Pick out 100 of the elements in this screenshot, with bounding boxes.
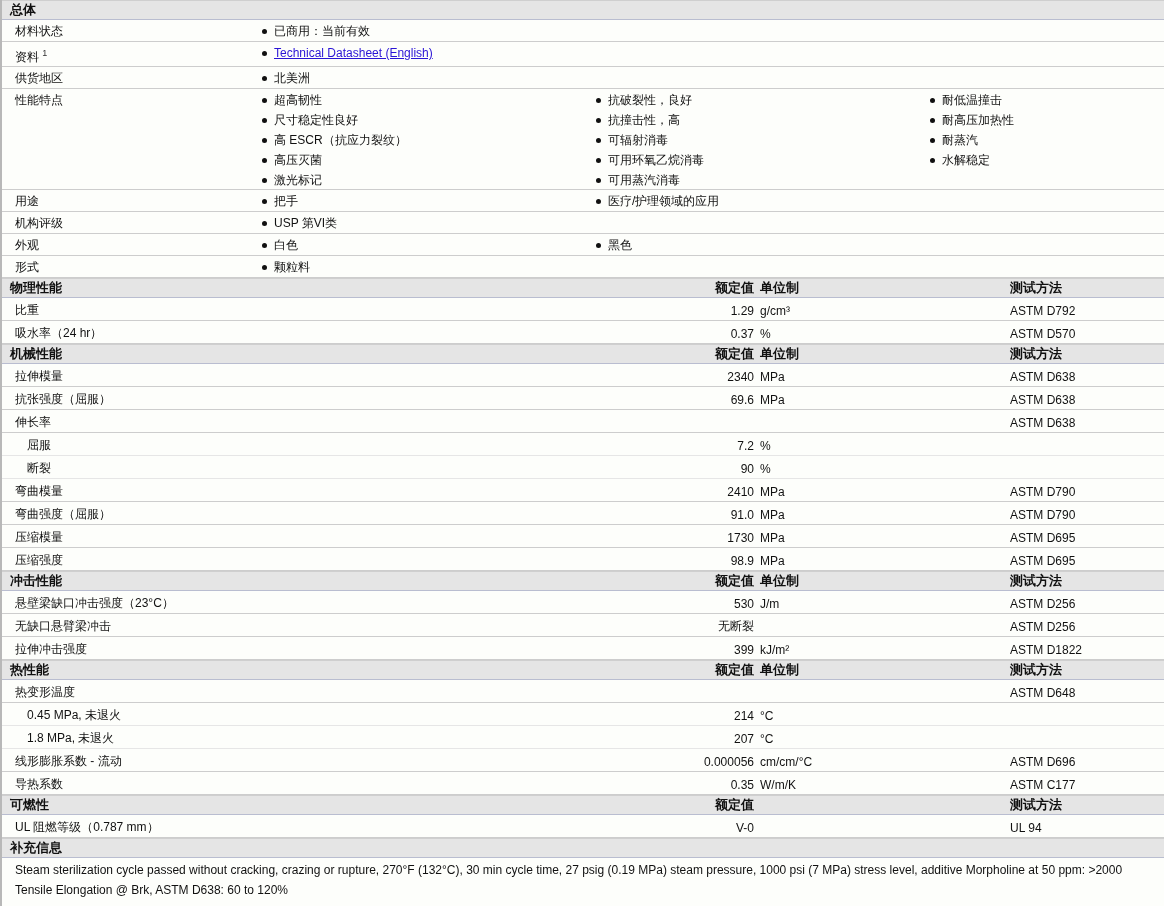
bullet-icon [262, 117, 267, 123]
bullet-icon [930, 137, 935, 143]
datasheet-link[interactable]: Technical Datasheet (English) [274, 45, 433, 61]
section-title: 补充信息 [9, 839, 63, 857]
test-method: ASTM C177 [1010, 777, 1077, 792]
test-method: ASTM D256 [1010, 596, 1077, 611]
unit-text: MPa [760, 553, 786, 568]
test-method: ASTM D695 [1010, 530, 1077, 545]
bullet-icon [262, 198, 267, 204]
property-label: 资料 $^{1}$ [14, 47, 49, 65]
property-value: 白色 [274, 237, 298, 253]
column-header: 测试方法 [1010, 661, 1063, 679]
property-label: 用途 [14, 193, 40, 210]
section-title: 冲击性能 [9, 572, 63, 590]
property-label: 热变形温度 [14, 684, 76, 701]
bullet-icon [930, 157, 935, 163]
property-value: 激光标记 [274, 172, 322, 188]
bullet-icon [262, 50, 267, 56]
test-method: ASTM D696 [1010, 754, 1077, 769]
property-label: 拉伸模量 [14, 368, 64, 385]
property-value: 医疗/护理领域的应用 [608, 193, 720, 209]
property-value: 抗撞击性，高 [608, 112, 680, 128]
section-title: 热性能 [9, 661, 50, 679]
bullet-icon [596, 198, 601, 204]
test-method: UL 94 [1010, 820, 1043, 835]
unit-text: cm/cm/°C [760, 754, 814, 769]
property-label: 弯曲模量 [14, 483, 64, 500]
column-header: 额定值 [714, 345, 755, 363]
property-value: 无断裂 [717, 618, 755, 635]
property-label: 悬壁梁缺口冲击强度（23°C） [14, 595, 175, 612]
property-value: 已商用：当前有效 [274, 23, 370, 39]
column-header: 单位制 [760, 572, 800, 590]
test-method: ASTM D638 [1010, 369, 1077, 384]
column-header: 额定值 [714, 661, 755, 679]
property-value: 0.35 [729, 777, 755, 792]
property-value: 尺寸稳定性良好 [274, 112, 358, 128]
column-header: 额定值 [714, 796, 755, 814]
property-value: 1.29 [729, 303, 755, 318]
property-label: 1.8 MPa, 未退火 [26, 730, 116, 747]
property-value: 7.2 [736, 438, 755, 453]
property-value: 0.37 [729, 326, 755, 341]
bullet-icon [596, 137, 601, 143]
column-header: 测试方法 [1010, 279, 1063, 297]
unit-text: MPa [760, 484, 786, 499]
property-value: 可辐射消毒 [608, 132, 668, 148]
property-value: 530 [732, 596, 755, 611]
property-value: 214 [732, 708, 755, 723]
bullet-icon [262, 137, 267, 143]
property-label: 导热系数 [14, 776, 64, 793]
unit-text: % [760, 326, 772, 341]
test-method: ASTM D638 [1010, 415, 1077, 430]
property-value: 超高韧性 [274, 92, 322, 108]
test-method: ASTM D792 [1010, 303, 1077, 318]
property-label: 形式 [14, 259, 40, 276]
property-label: 断裂 [26, 460, 52, 477]
property-label: 0.45 MPa, 未退火 [26, 707, 123, 724]
section-title: 机械性能 [8, 345, 63, 363]
unit-text: MPa [760, 392, 786, 407]
property-label: 拉伸冲击强度 [14, 641, 88, 658]
bullet-icon [262, 157, 267, 163]
property-value: 2410 [726, 484, 755, 499]
property-value: 把手 [274, 193, 298, 209]
property-value: 1730 [726, 530, 755, 545]
property-value: 水解稳定 [942, 152, 990, 168]
property-label: 吸水率（24 hr） [14, 325, 104, 342]
bullet-icon [262, 97, 267, 103]
property-value: 69.6 [729, 392, 755, 407]
bullet-icon [596, 117, 601, 123]
property-value: USP 第VI类 [274, 215, 338, 231]
property-label: 比重 [14, 302, 40, 319]
unit-text: g/cm³ [760, 303, 791, 318]
unit-text: J/m [760, 596, 781, 611]
property-value: 可用蒸汽消毒 [608, 172, 680, 188]
property-value: 耐蒸汽 [942, 132, 978, 148]
property-value: 可用环氧乙烷消毒 [608, 152, 704, 168]
property-value: 颗粒料 [274, 259, 310, 275]
column-header: 单位制 [760, 345, 800, 363]
column-header: 单位制 [760, 661, 800, 679]
bullet-icon [596, 157, 601, 163]
property-value: 98.9 [729, 553, 755, 568]
column-header: 额定值 [714, 572, 755, 590]
property-value: 北美洲 [274, 70, 310, 86]
section-title: 可燃性 [9, 796, 50, 814]
column-header: 测试方法 [1010, 796, 1063, 814]
bullet-icon [262, 220, 267, 226]
unit-text: % [760, 438, 772, 453]
property-value: 高压灭菌 [274, 152, 322, 168]
property-value: 高 ESCR（抗应力裂纹） [274, 132, 407, 148]
bullet-icon [262, 242, 267, 248]
property-value: 207 [732, 731, 755, 746]
bullet-icon [262, 264, 267, 270]
bullet-icon [262, 75, 267, 81]
property-value: 耐低温撞击 [942, 92, 1002, 108]
property-value: 黑色 [608, 237, 632, 253]
property-value: 耐高压加热性 [942, 112, 1014, 128]
property-value: V-0 [735, 820, 755, 835]
property-label: 压缩强度 [14, 552, 64, 569]
bullet-icon [596, 177, 601, 183]
property-label: 伸长率 [14, 414, 52, 431]
property-label: 材料状态 [14, 23, 64, 40]
